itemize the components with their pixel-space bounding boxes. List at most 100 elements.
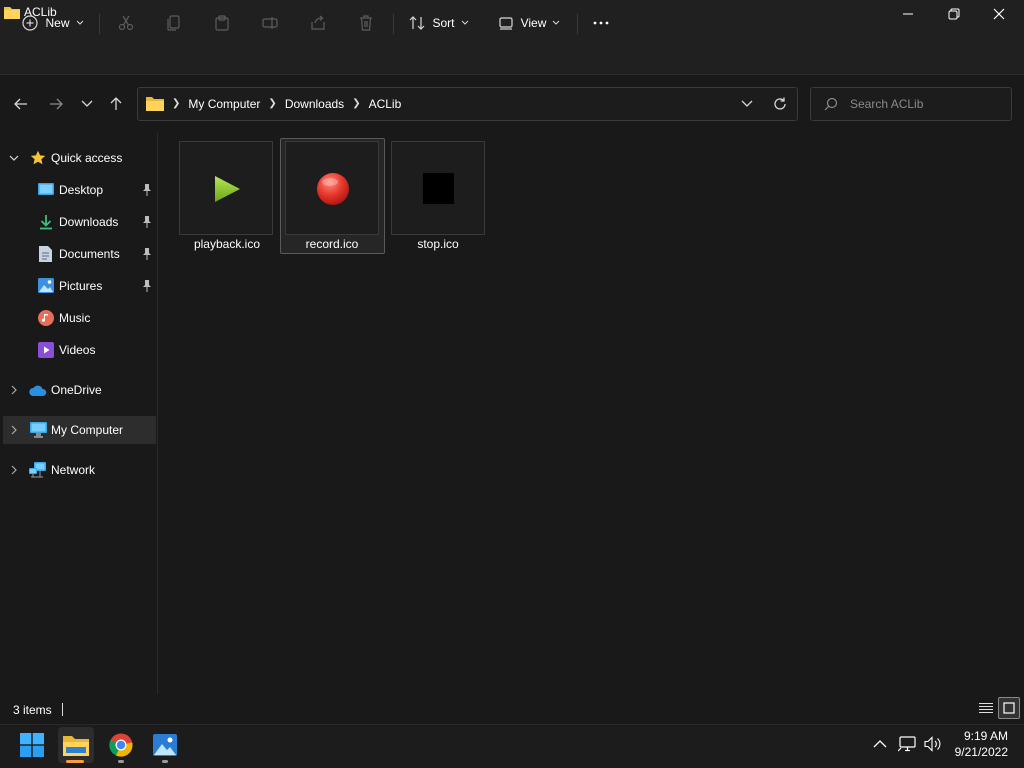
cut-button[interactable] xyxy=(114,8,138,38)
file-name[interactable]: playback.ico xyxy=(172,237,282,251)
sidebar-item-downloads[interactable]: Downloads xyxy=(0,208,156,236)
sidebar-item-label: Videos xyxy=(59,343,96,357)
file-name[interactable]: stop.ico xyxy=(383,237,493,251)
close-button[interactable] xyxy=(976,0,1022,28)
copy-icon xyxy=(167,15,180,31)
file-item-record[interactable] xyxy=(285,141,379,235)
file-item-playback[interactable] xyxy=(179,141,273,235)
record-icon xyxy=(317,173,349,205)
sort-button[interactable]: Sort xyxy=(406,8,472,38)
sidebar-item-label: Downloads xyxy=(59,215,119,229)
running-app-indicator xyxy=(162,760,168,763)
restore-button[interactable] xyxy=(931,0,977,28)
delete-button[interactable] xyxy=(354,8,378,38)
chevron-right-icon[interactable] xyxy=(9,385,19,395)
chevron-down-icon xyxy=(81,100,93,107)
search-placeholder: Search ACLib xyxy=(850,97,924,111)
arrow-right-icon xyxy=(50,98,63,110)
chevron-down-icon xyxy=(76,20,83,25)
chevron-down-icon[interactable] xyxy=(9,153,19,163)
videos-icon xyxy=(38,342,54,358)
rename-button[interactable] xyxy=(258,8,282,38)
chevron-right-icon[interactable] xyxy=(9,425,19,435)
breadcrumb-downloads[interactable]: Downloads xyxy=(285,97,344,111)
sidebar-item-videos[interactable]: Videos xyxy=(0,336,156,364)
search-icon xyxy=(824,97,838,111)
sidebar-item-label: Documents xyxy=(59,247,120,261)
restore-icon xyxy=(948,8,960,20)
sidebar-item-my-computer[interactable]: My Computer xyxy=(3,416,156,444)
view-label: View xyxy=(520,16,547,30)
sidebar-item-label: Quick access xyxy=(51,151,123,165)
share-button[interactable] xyxy=(306,8,330,38)
clock-time[interactable]: 9:19 AM xyxy=(964,729,1008,743)
sidebar-item-documents[interactable]: Documents xyxy=(0,240,156,268)
refresh-button[interactable] xyxy=(768,92,792,116)
address-history-button[interactable] xyxy=(735,92,759,116)
more-options-button[interactable] xyxy=(588,8,614,38)
rename-icon xyxy=(262,17,278,29)
windows-logo-icon xyxy=(20,733,44,757)
details-view-icon xyxy=(979,703,993,713)
pin-icon[interactable] xyxy=(142,184,152,196)
large-icons-view-button[interactable] xyxy=(998,697,1020,719)
chevron-right-icon: ❯ xyxy=(352,98,361,109)
pin-icon[interactable] xyxy=(142,216,152,228)
copy-button[interactable] xyxy=(162,8,186,38)
taskbar-photos[interactable] xyxy=(147,727,183,763)
divider xyxy=(577,14,578,34)
sidebar-item-label: My Computer xyxy=(51,423,124,437)
chevron-up-icon[interactable] xyxy=(873,739,887,749)
file-explorer-icon xyxy=(63,736,89,756)
sidebar-item-label: Pictures xyxy=(59,279,103,293)
plus-circle-icon xyxy=(22,15,39,31)
volume-icon[interactable] xyxy=(924,736,942,752)
chevron-right-icon: ❯ xyxy=(268,98,277,109)
back-button[interactable] xyxy=(9,92,33,116)
chrome-icon xyxy=(109,733,133,757)
more-icon xyxy=(593,21,609,25)
up-button[interactable] xyxy=(104,92,128,116)
minimize-icon xyxy=(903,13,913,15)
taskbar-chrome[interactable] xyxy=(103,727,139,763)
pin-icon[interactable] xyxy=(142,280,152,292)
sidebar-item-desktop[interactable]: Desktop xyxy=(0,176,156,204)
recent-locations-button[interactable] xyxy=(75,92,99,116)
sidebar-item-network[interactable]: Network xyxy=(0,456,156,484)
arrow-left-icon xyxy=(14,98,27,110)
item-count: 3 items xyxy=(13,703,52,717)
breadcrumb-aclib[interactable]: ACLib xyxy=(369,97,402,111)
pin-icon[interactable] xyxy=(142,248,152,260)
sort-label: Sort xyxy=(432,16,455,30)
file-name[interactable]: record.ico xyxy=(277,237,387,251)
chevron-down-icon xyxy=(741,100,753,107)
paste-icon xyxy=(215,15,229,31)
breadcrumb-my-computer[interactable]: My Computer xyxy=(188,97,260,111)
minimize-button[interactable] xyxy=(885,0,931,28)
view-button[interactable]: View xyxy=(496,8,562,38)
refresh-icon xyxy=(774,97,786,110)
new-button[interactable]: New xyxy=(18,8,88,38)
taskbar-file-explorer[interactable] xyxy=(58,727,94,763)
cut-icon xyxy=(118,15,134,31)
paste-button[interactable] xyxy=(210,8,234,38)
pictures-icon xyxy=(38,278,54,293)
sidebar-item-onedrive[interactable]: OneDrive xyxy=(0,376,156,404)
chevron-down-icon xyxy=(553,20,560,25)
onedrive-icon xyxy=(29,385,47,396)
music-icon xyxy=(38,310,54,326)
clock-date[interactable]: 9/21/2022 xyxy=(955,745,1008,759)
file-item-stop[interactable] xyxy=(391,141,485,235)
close-icon xyxy=(993,8,1005,20)
sidebar-item-label: Desktop xyxy=(59,183,104,197)
start-button[interactable] xyxy=(14,727,50,763)
chevron-right-icon[interactable] xyxy=(9,465,19,475)
network-icon xyxy=(29,462,46,478)
sidebar-item-quick-access[interactable]: Quick access xyxy=(0,144,156,172)
forward-button[interactable] xyxy=(44,92,68,116)
sidebar-item-pictures[interactable]: Pictures xyxy=(0,272,156,300)
chevron-down-icon xyxy=(461,20,468,25)
network-status-icon[interactable] xyxy=(898,736,918,752)
details-view-button[interactable] xyxy=(976,698,996,718)
sidebar-item-music[interactable]: Music xyxy=(0,304,156,332)
